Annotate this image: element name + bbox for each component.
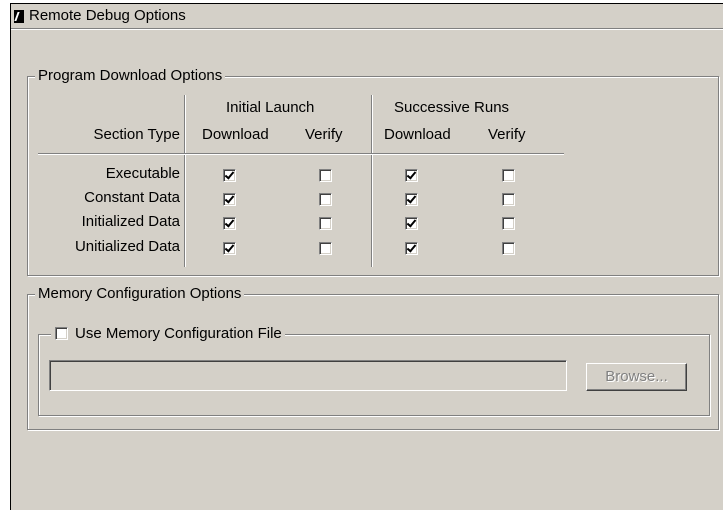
section-type-header: Section Type bbox=[93, 126, 180, 143]
executable-initial-verify-checkbox[interactable] bbox=[319, 169, 332, 182]
row-label-initialized-data: Initialized Data bbox=[81, 213, 180, 230]
initialized-data-initial-download-checkbox[interactable] bbox=[223, 217, 236, 230]
executable-successive-verify-checkbox[interactable] bbox=[502, 169, 515, 182]
unitialized-data-initial-verify-checkbox[interactable] bbox=[319, 242, 332, 255]
memory-configuration-options-group: Memory Configuration Options Use Memory … bbox=[27, 285, 719, 430]
panel-title: Remote Debug Options bbox=[29, 7, 186, 24]
column-divider-left bbox=[184, 95, 186, 267]
initial-verify-header: Verify bbox=[305, 126, 343, 143]
memory-configuration-file-group: Use Memory Configuration File Browse... bbox=[38, 325, 710, 416]
panel-header: Remote Debug Options bbox=[11, 4, 723, 29]
program-download-options-group: Program Download Options Initial Launch … bbox=[27, 67, 719, 276]
use-memory-configuration-file-option[interactable]: Use Memory Configuration File bbox=[51, 325, 285, 343]
memory-configuration-options-legend: Memory Configuration Options bbox=[35, 285, 245, 303]
initial-launch-header: Initial Launch bbox=[226, 99, 315, 116]
executable-successive-download-checkbox[interactable] bbox=[405, 169, 418, 182]
unitialized-data-initial-download-checkbox[interactable] bbox=[223, 242, 236, 255]
browse-button[interactable]: Browse... bbox=[586, 363, 687, 391]
header-divider bbox=[38, 153, 564, 155]
panel-icon bbox=[14, 10, 24, 23]
initialized-data-successive-verify-checkbox[interactable] bbox=[502, 217, 515, 230]
column-divider-right bbox=[371, 95, 373, 267]
initialized-data-successive-download-checkbox[interactable] bbox=[405, 217, 418, 230]
executable-initial-download-checkbox[interactable] bbox=[223, 169, 236, 182]
row-label-executable: Executable bbox=[105, 165, 180, 182]
row-label-constant-data: Constant Data bbox=[84, 189, 180, 206]
successive-verify-header: Verify bbox=[488, 126, 526, 143]
constant-data-successive-download-checkbox[interactable] bbox=[405, 193, 418, 206]
program-download-options-legend: Program Download Options bbox=[35, 67, 226, 85]
successive-runs-header: Successive Runs bbox=[394, 99, 510, 116]
use-memory-configuration-file-label: Use Memory Configuration File bbox=[75, 325, 282, 342]
constant-data-initial-verify-checkbox[interactable] bbox=[319, 193, 332, 206]
memory-configuration-file-path-input[interactable] bbox=[49, 360, 567, 391]
initial-download-header: Download bbox=[202, 126, 269, 143]
constant-data-successive-verify-checkbox[interactable] bbox=[502, 193, 515, 206]
successive-download-header: Download bbox=[384, 126, 451, 143]
constant-data-initial-download-checkbox[interactable] bbox=[223, 193, 236, 206]
use-memory-configuration-file-checkbox[interactable] bbox=[55, 327, 68, 340]
remote-debug-options-panel: Remote Debug Options Program Download Op… bbox=[10, 3, 723, 510]
row-label-unitialized-data: Unitialized Data bbox=[74, 238, 180, 255]
unitialized-data-successive-verify-checkbox[interactable] bbox=[502, 242, 515, 255]
initialized-data-initial-verify-checkbox[interactable] bbox=[319, 217, 332, 230]
unitialized-data-successive-download-checkbox[interactable] bbox=[405, 242, 418, 255]
